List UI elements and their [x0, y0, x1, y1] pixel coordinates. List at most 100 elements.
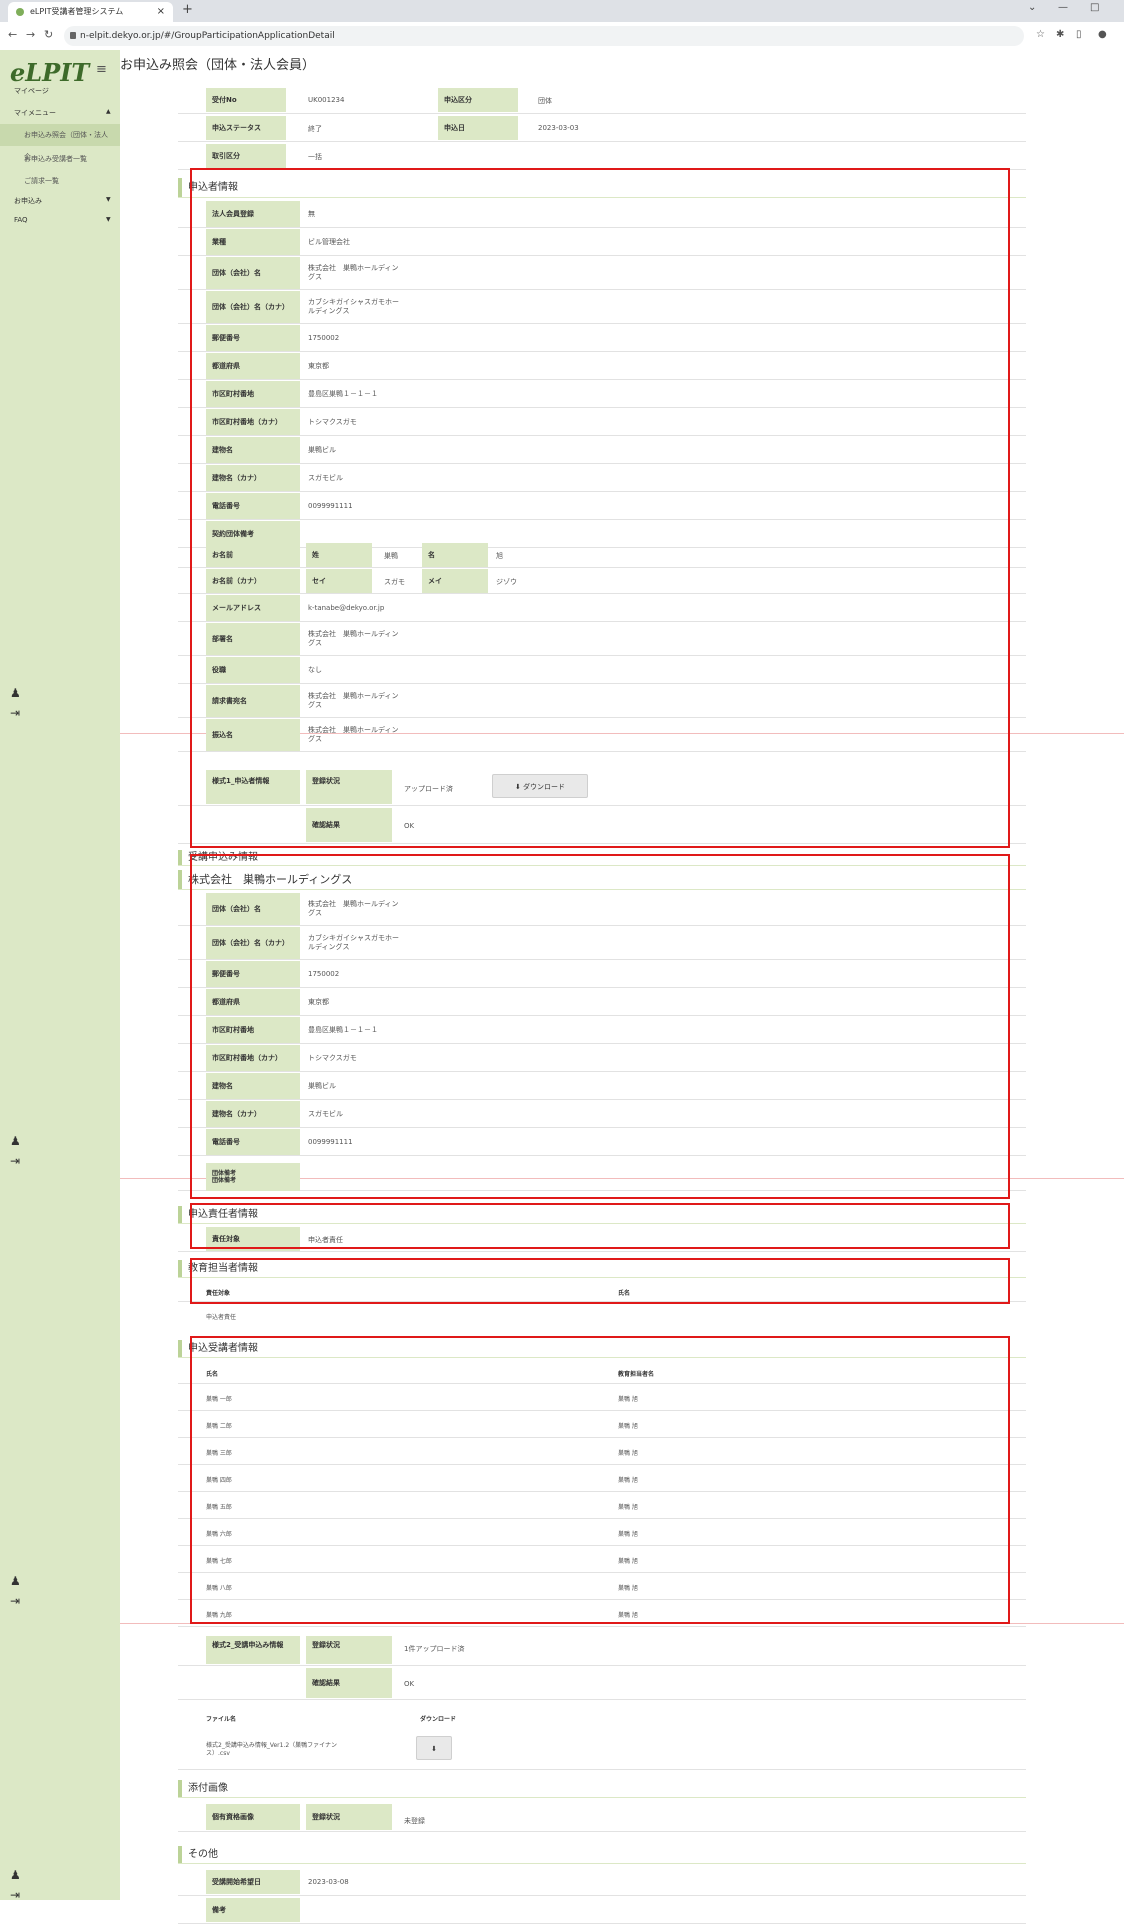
url-field[interactable]: n-elpit.dekyo.or.jp/#/GroupParticipation… [64, 26, 1024, 46]
summary-row: 申込ステータス 終了 申込日 2023-03-03 [178, 114, 1026, 142]
applicant-label: 電話番号 [206, 493, 300, 519]
logout-icon[interactable]: ⇥ [10, 706, 20, 720]
chevron-down-icon: ▼ [106, 216, 111, 223]
forward-icon[interactable]: → [26, 28, 35, 41]
form1-upload-value: アップロード済 [404, 785, 453, 793]
applicant-label: 建物名 [206, 437, 300, 463]
extensions-icon[interactable]: ✱ [1056, 29, 1064, 40]
applicant-row: 法人会員登録無 [178, 200, 1026, 228]
trainee-row: 巣鴨 八郎 巣鴨 旭 [178, 1573, 1026, 1600]
sidebar-item-group-inquiry[interactable]: お申込み照会（団体・法人企... [0, 124, 120, 161]
sidebar-item-invoice-list[interactable]: ご請求一覧 [24, 176, 59, 186]
applicant-section-title: 申込者情報 [178, 178, 1026, 198]
applicant-row: 郵便番号 1750002 [178, 324, 1026, 352]
torihiki-value: 一括 [308, 153, 322, 161]
attach-label: 個有資格画像 [206, 1804, 300, 1830]
trainee-row: 巣鴨 一郎 巣鴨 旭 [178, 1384, 1026, 1411]
kubun-value: 団体 [538, 97, 552, 105]
logo-subtitle: マイページ [14, 87, 49, 95]
star-icon[interactable]: ☆ [1036, 29, 1045, 40]
responsible-label: 責任対象 [206, 1227, 300, 1251]
sidebar-menu-label: マイメニュー [14, 109, 56, 117]
profile-icon[interactable]: ● [1098, 29, 1107, 40]
user-icon[interactable]: ♟ [10, 1868, 21, 1882]
education-col-responsibility: 責任対象 [206, 1290, 231, 1297]
sidebar-item-faq[interactable]: FAQ ▼ [14, 216, 111, 224]
back-icon[interactable]: ← [8, 28, 17, 41]
file-name[interactable]: 様式2_受講申込み情報_Ver1.2（巣鴨ファイナン ス）.csv [206, 1742, 337, 1758]
status-value: 終了 [308, 125, 322, 133]
new-tab-icon[interactable]: + [182, 2, 193, 17]
education-section-title: 教育担当者情報 [178, 1260, 1026, 1278]
menu-icon[interactable]: ≡ [96, 62, 107, 77]
close-icon[interactable]: × [157, 2, 165, 22]
chevron-up-icon: ▲ [106, 108, 111, 115]
download-button[interactable]: ⬇ ダウンロード [492, 774, 588, 798]
logout-icon[interactable]: ⇥ [10, 1154, 20, 1168]
sei-label: 姓 [306, 543, 372, 567]
education-col-name: 氏名 [618, 1290, 631, 1297]
maximize-icon[interactable]: □ [1090, 2, 1099, 13]
trainee-app-value: スガモビル [308, 1110, 343, 1118]
trainee-name: 巣鴨 八郎 [206, 1585, 232, 1592]
sidebar-item-trainee-list[interactable]: お申込み受講者一覧 [24, 154, 87, 164]
sidebar-menu-header[interactable]: マイメニュー ▲ [14, 108, 111, 118]
trainee-app-row: 団体（会社）名（カナ） カブシキガイシャスガモホー ルディングス [178, 926, 1026, 960]
trainee-app-row: 建物名（カナ） スガモビル [178, 1100, 1026, 1128]
logout-icon[interactable]: ⇥ [10, 1594, 20, 1608]
applicant-row: 団体（会社）名（カナ） カブシキガイシャスガモホー ルディングス [178, 290, 1026, 324]
user-icon[interactable]: ♟ [10, 1134, 21, 1148]
browser-tab[interactable]: eLPIT受講者管理システム × [8, 2, 173, 22]
trainee-app-row: 市区町村番地（カナ） トシマクスガモ [178, 1044, 1026, 1072]
applicant-label: 請求書宛名 [206, 685, 300, 717]
trainee-app-label: 建物名 [206, 1073, 300, 1099]
date-label: 申込日 [438, 116, 518, 140]
sidebar-item-apply[interactable]: お申込み ▼ [14, 196, 111, 206]
dantai-biko-row: 団体備考 団体備考 [178, 1161, 1026, 1191]
torihiki-label: 取引区分 [206, 144, 286, 168]
uketsuke-no-value: UK001234 [308, 96, 345, 104]
download-icon: ⬇ [431, 1745, 437, 1753]
name-kana-row: お名前（カナ） セイ スガモ メイ ジゾウ [178, 568, 1026, 594]
trainee-app-row: 市区町村番地 豊島区巣鴨１－１－１ [178, 1016, 1026, 1044]
form2-upload-value: 1件アップロード済 [404, 1645, 465, 1653]
applicant-label: メールアドレス [206, 595, 300, 621]
applicant-value: 株式会社 巣鴨ホールディン グス [308, 726, 399, 743]
trainee-app-section-title: 受講申込み情報 [178, 850, 1026, 866]
user-icon[interactable]: ♟ [10, 1574, 21, 1588]
responsible-section-title: 申込責任者情報 [178, 1206, 1026, 1224]
form2-upload-label: 登録状況 [306, 1636, 392, 1664]
mei-label: 名 [422, 543, 488, 567]
reload-icon[interactable]: ↻ [44, 28, 53, 41]
user-icon[interactable]: ♟ [10, 686, 21, 700]
other-note-row: 備考 [178, 1896, 1026, 1924]
file-row: 様式2_受講申込み情報_Ver1.2（巣鴨ファイナン ス）.csv ⬇ [178, 1730, 1026, 1770]
status-label: 申込ステータス [206, 116, 286, 140]
trainee-name: 巣鴨 七郎 [206, 1558, 232, 1565]
minimize-icon[interactable]: — [1058, 2, 1068, 13]
name-row: お名前 姓 巣鴨 名 旭 [178, 542, 1026, 568]
applicant-row: メールアドレス k-tanabe@dekyo.or.jp [178, 594, 1026, 622]
responsible-value: 申込者責任 [308, 1236, 343, 1244]
applicant-value: 巣鴨ビル [308, 446, 336, 454]
chevron-down-icon[interactable]: ⌄ [1028, 2, 1036, 13]
trainee-app-label: 市区町村番地（カナ） [206, 1045, 300, 1071]
applicant-row: 団体（会社）名 株式会社 巣鴨ホールディン グス [178, 256, 1026, 290]
applicant-label: 団体（会社）名（カナ） [206, 291, 300, 323]
applicant-value: カブシキガイシャスガモホー ルディングス [308, 298, 399, 315]
file-download-button[interactable]: ⬇ [416, 1736, 452, 1760]
trainee-app-row: 都道府県 東京都 [178, 988, 1026, 1016]
trainee-app-row: 郵便番号 1750002 [178, 960, 1026, 988]
applicant-label: 法人会員登録 [206, 201, 300, 227]
start-date-label: 受講開始希望日 [206, 1870, 300, 1894]
applicant-value: スガモビル [308, 474, 343, 482]
tab-title: eLPIT受講者管理システム [30, 7, 124, 16]
form1-label: 様式1_申込者情報 [206, 770, 300, 804]
trainees-col-name: 氏名 [206, 1371, 219, 1378]
trainee-app-value: 豊島区巣鴨１－１－１ [308, 1026, 378, 1034]
trainee-app-label: 団体（会社）名（カナ） [206, 927, 300, 959]
applicant-label: 業種 [206, 229, 300, 255]
meikana-value: ジゾウ [496, 578, 517, 586]
sidepanel-icon[interactable]: ▯ [1076, 29, 1082, 40]
applicant-row: 電話番号 0099991111 [178, 492, 1026, 520]
